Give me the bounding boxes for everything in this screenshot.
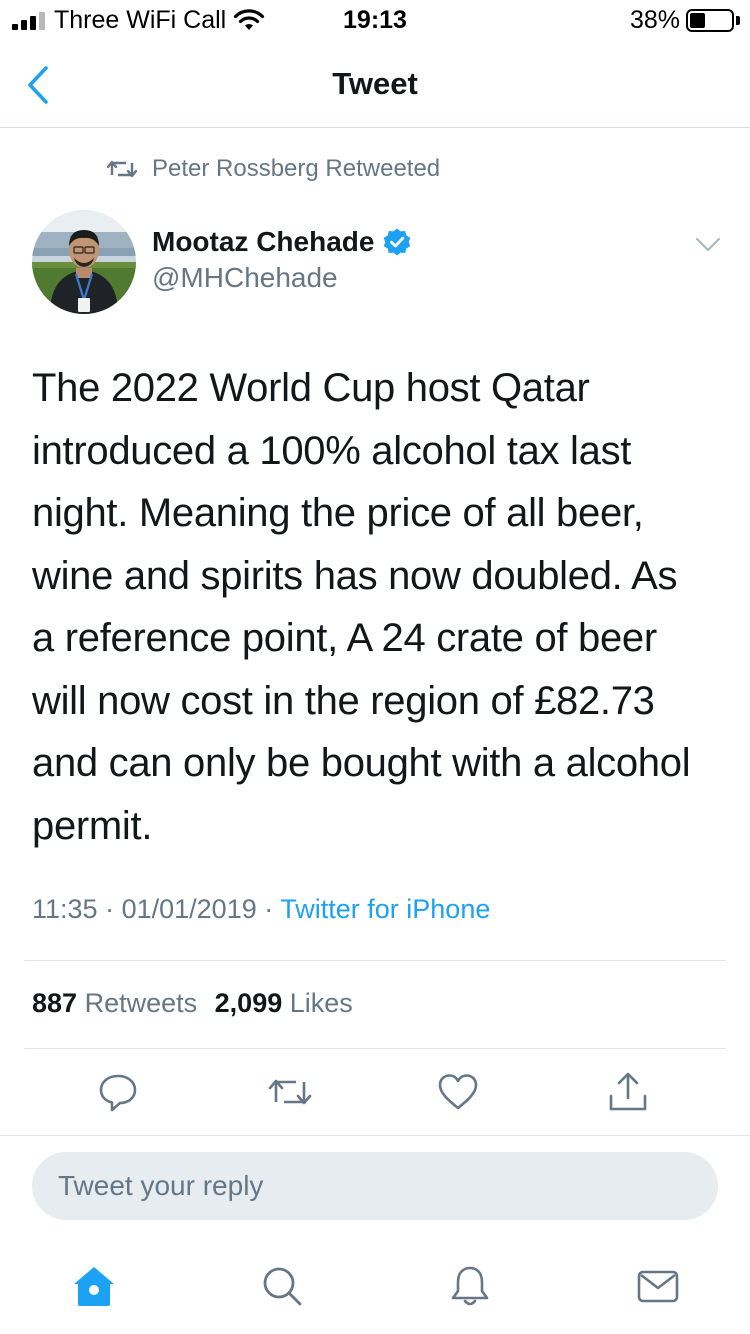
tab-search[interactable] bbox=[258, 1262, 306, 1310]
tweet-text-line: will now cost in the region of £82.73 bbox=[32, 678, 655, 723]
meta-separator: · bbox=[105, 894, 115, 924]
tab-notifications[interactable] bbox=[446, 1262, 494, 1310]
likes-stat[interactable]: 2,099 Likes bbox=[215, 988, 353, 1018]
author-name-row: Mootaz Chehade bbox=[152, 222, 412, 262]
tweet-text-line: a reference point, A 24 crate of beer bbox=[32, 616, 657, 660]
tab-home[interactable] bbox=[70, 1262, 118, 1310]
battery-icon bbox=[686, 9, 734, 32]
divider bbox=[24, 1048, 726, 1049]
tweet-text-line: and can only be bought with a alcohol bbox=[32, 741, 691, 785]
author-name[interactable]: Mootaz Chehade bbox=[152, 226, 374, 258]
tweet-stats: 887 Retweets 2,099 Likes bbox=[32, 988, 363, 1019]
tweet-source-link[interactable]: Twitter for iPhone bbox=[280, 894, 490, 924]
reply-button[interactable] bbox=[94, 1068, 142, 1116]
chevron-down-icon[interactable] bbox=[694, 232, 722, 256]
battery-cap bbox=[736, 16, 740, 25]
tweet-text-line: The 2022 World Cup host Qatar bbox=[32, 366, 590, 410]
retweets-count: 887 bbox=[32, 988, 78, 1018]
tweet-meta: 11:35 · 01/01/2019 · Twitter for iPhone bbox=[32, 894, 490, 925]
verified-badge-icon bbox=[384, 228, 411, 256]
like-icon bbox=[438, 1074, 478, 1110]
tweet-text-line: introduced a 100% alcohol tax last bbox=[32, 428, 632, 473]
likes-label: Likes bbox=[289, 988, 353, 1018]
tab-messages[interactable] bbox=[634, 1262, 682, 1310]
reply-placeholder: Tweet your reply bbox=[58, 1170, 264, 1201]
status-bar: Three WiFi Call 19:13 38% bbox=[0, 0, 750, 40]
tweet-text-line: night. Meaning the price of all beer, bbox=[32, 491, 644, 535]
battery-percentage: 38% bbox=[630, 6, 681, 34]
likes-count: 2,099 bbox=[214, 988, 283, 1018]
tweet-text-line: permit. bbox=[32, 803, 153, 848]
home-icon bbox=[74, 1267, 114, 1306]
page-title: Tweet bbox=[332, 66, 418, 101]
meta-separator: · bbox=[264, 894, 274, 924]
retweeted-by-label: Peter Rossberg Retweeted bbox=[152, 155, 441, 182]
avatar[interactable] bbox=[32, 210, 136, 314]
divider bbox=[0, 1135, 750, 1136]
tweet-text-line: wine and spirits has now doubled. As bbox=[32, 553, 678, 598]
share-button[interactable] bbox=[604, 1068, 652, 1116]
navigation-bar: Tweet bbox=[0, 40, 750, 128]
notifications-icon bbox=[451, 1266, 489, 1306]
messages-icon bbox=[637, 1270, 679, 1303]
retweets-stat[interactable]: 887 Retweets bbox=[32, 988, 197, 1018]
search-icon bbox=[263, 1267, 302, 1306]
retweets-label: Retweets bbox=[84, 988, 198, 1018]
tweet-text: The 2022 World Cup host Qatar introduced… bbox=[32, 357, 722, 857]
retweet-button[interactable] bbox=[266, 1068, 314, 1116]
reply-icon bbox=[99, 1074, 137, 1112]
divider bbox=[24, 960, 726, 961]
tweet-time: 11:35 bbox=[32, 894, 98, 924]
retweeted-by[interactable]: Peter Rossberg Retweeted bbox=[106, 153, 440, 185]
retweet-icon bbox=[268, 1079, 312, 1105]
author-handle[interactable]: @MHChehade bbox=[152, 262, 338, 294]
share-icon bbox=[609, 1072, 647, 1111]
like-button[interactable] bbox=[434, 1068, 482, 1116]
reply-input[interactable]: Tweet your reply bbox=[32, 1152, 718, 1220]
retweet-icon bbox=[106, 160, 138, 178]
tweet-date: 01/01/2019 bbox=[121, 894, 257, 924]
battery-level-fill bbox=[690, 13, 705, 28]
